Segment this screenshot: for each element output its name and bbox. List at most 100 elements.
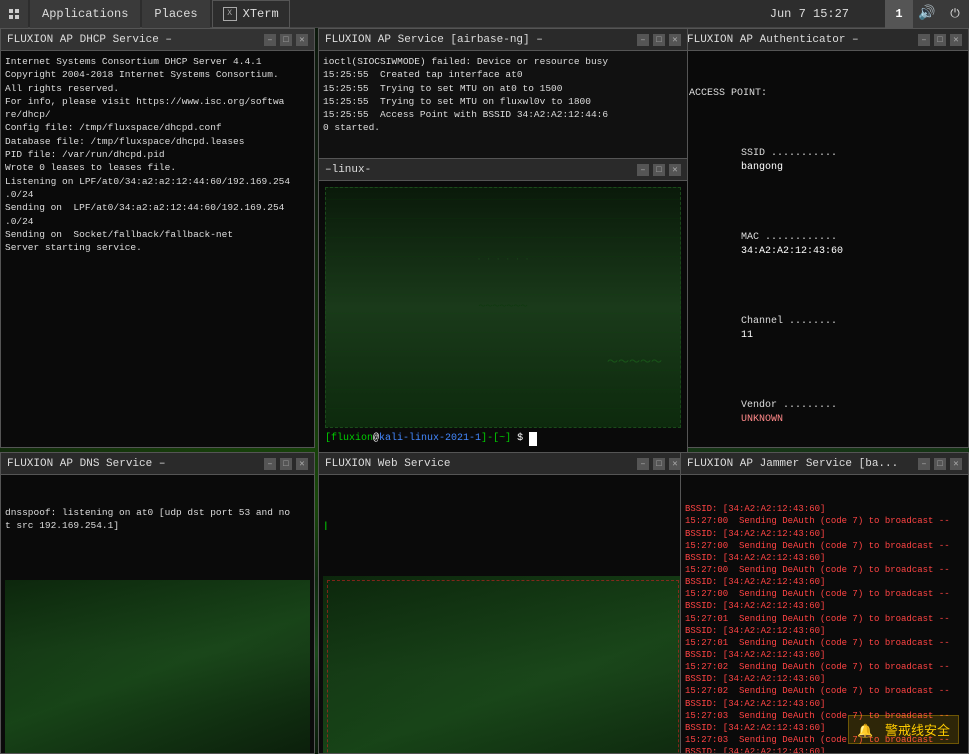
auth-minimize[interactable]: –: [918, 34, 930, 46]
dhcp-body: Internet Systems Consortium DHCP Server …: [1, 51, 314, 447]
jammer-line: BSSID: [34:A2:A2:12:43:60]: [685, 746, 964, 753]
dns-titlebar[interactable]: FLUXION AP DNS Service – – □ ✕: [1, 453, 314, 475]
applications-menu[interactable]: Applications: [30, 0, 140, 28]
authenticator-window: FLUXION AP Authenticator – – □ ✕ ACCESS …: [680, 28, 969, 448]
jammer-line: BSSID: [34:A2:A2:12:43:60]: [685, 698, 964, 710]
terminal-titlebar[interactable]: –linux- – □ ✕: [319, 159, 687, 181]
xterm-label: XTerm: [243, 7, 279, 21]
ap-service-controls: – □ ✕: [637, 34, 681, 46]
terminal-title: –linux-: [325, 164, 637, 176]
jammer-minimize[interactable]: –: [918, 458, 930, 470]
taskbar-right: 1 🔊 ⏻: [885, 0, 969, 28]
web-window: FLUXION Web Service – □ ✕ |: [318, 452, 688, 754]
jammer-line: 15:27:00 Sending DeAuth (code 7) to broa…: [685, 564, 964, 576]
jammer-line: 15:27:02 Sending DeAuth (code 7) to broa…: [685, 661, 964, 673]
access-point-header: ACCESS POINT:: [689, 87, 960, 101]
prompt-symbol: $: [511, 432, 529, 446]
web-controls: – □ ✕: [637, 458, 681, 470]
places-menu[interactable]: Places: [142, 0, 209, 28]
terminal-close[interactable]: ✕: [669, 164, 681, 176]
auth-title: FLUXION AP Authenticator –: [687, 34, 918, 46]
terminal-body[interactable]: · · · · · · ～～～～～～～ ～～～～～ [fluxion@kali-…: [319, 181, 687, 452]
mac-row: MAC ............ 34:A2:A2:12:43:60: [693, 217, 960, 273]
jammer-line: BSSID: [34:A2:A2:12:43:60]: [685, 600, 964, 612]
prompt-host: kali-linux-2021-1: [379, 432, 481, 446]
jammer-controls: – □ ✕: [918, 458, 962, 470]
apps-grid-button[interactable]: [0, 0, 28, 28]
auth-maximize[interactable]: □: [934, 34, 946, 46]
desktop: FLUXION AP DHCP Service – – □ ✕ Internet…: [0, 28, 969, 754]
dns-maximize[interactable]: □: [280, 458, 292, 470]
dns-body: dnsspoof: listening on at0 [udp dst port…: [1, 475, 314, 753]
web-maximize[interactable]: □: [653, 458, 665, 470]
jammer-line: BSSID: [34:A2:A2:12:43:60]: [685, 649, 964, 661]
xterm-taskbar-item[interactable]: X XTerm: [212, 0, 290, 28]
watermark: 🔔 警戒线安全: [848, 715, 959, 744]
prompt-user: [fluxion: [325, 432, 373, 446]
dns-close[interactable]: ✕: [296, 458, 308, 470]
watermark-text: 警戒线安全: [885, 724, 950, 739]
jammer-titlebar[interactable]: FLUXION AP Jammer Service [ba... – □ ✕: [681, 453, 968, 475]
jammer-line: 15:27:02 Sending DeAuth (code 7) to broa…: [685, 685, 964, 697]
vendor-value: UNKNOWN: [741, 414, 783, 425]
terminal-window: –linux- – □ ✕ · · · · · · ～～～～～～～ ～～～～～ …: [318, 158, 688, 453]
jammer-body: BSSID: [34:A2:A2:12:43:60]15:27:00 Sendi…: [681, 475, 968, 753]
workspace-badge[interactable]: 1: [885, 0, 913, 28]
mac-value: 34:A2:A2:12:43:60: [741, 246, 843, 257]
ap-service-title: FLUXION AP Service [airbase-ng] –: [325, 34, 637, 46]
terminal-prompt[interactable]: [fluxion@kali-linux-2021-1]-[~] $: [325, 432, 681, 446]
terminal-maximize[interactable]: □: [653, 164, 665, 176]
dns-window: FLUXION AP DNS Service – – □ ✕ dnsspoof:…: [0, 452, 315, 754]
clock: Jun 7 15:27: [770, 7, 849, 21]
grid-icon: [9, 9, 19, 19]
dhcp-window: FLUXION AP DHCP Service – – □ ✕ Internet…: [0, 28, 315, 448]
jammer-line: 15:27:01 Sending DeAuth (code 7) to broa…: [685, 613, 964, 625]
jammer-line: 15:27:01 Sending DeAuth (code 7) to broa…: [685, 637, 964, 649]
mac-label: MAC ............: [741, 232, 837, 243]
jammer-line: BSSID: [34:A2:A2:12:43:60]: [685, 576, 964, 588]
taskbar: Applications Places X XTerm Jun 7 15:27 …: [0, 0, 969, 28]
jammer-line: BSSID: [34:A2:A2:12:43:60]: [685, 552, 964, 564]
terminal-controls: – □ ✕: [637, 164, 681, 176]
dhcp-minimize[interactable]: –: [264, 34, 276, 46]
auth-titlebar[interactable]: FLUXION AP Authenticator – – □ ✕: [681, 29, 968, 51]
channel-value: 11: [741, 330, 753, 341]
ap-service-titlebar[interactable]: FLUXION AP Service [airbase-ng] – – □ ✕: [319, 29, 687, 51]
prompt-path: ]-[~]: [481, 432, 511, 446]
vendor-row: Vendor ......... UNKNOWN: [693, 385, 960, 441]
web-body: |: [319, 475, 687, 753]
jammer-line: BSSID: [34:A2:A2:12:43:60]: [685, 673, 964, 685]
dhcp-titlebar[interactable]: FLUXION AP DHCP Service – – □ ✕: [1, 29, 314, 51]
jammer-line: BSSID: [34:A2:A2:12:43:60]: [685, 503, 964, 515]
auth-close[interactable]: ✕: [950, 34, 962, 46]
ssid-value: bangong: [741, 162, 783, 173]
jammer-title: FLUXION AP Jammer Service [ba...: [687, 458, 918, 470]
ssid-row: SSID ........... bangong: [693, 133, 960, 189]
dhcp-maximize[interactable]: □: [280, 34, 292, 46]
ap-service-close[interactable]: ✕: [669, 34, 681, 46]
dns-minimize[interactable]: –: [264, 458, 276, 470]
xterm-icon: X: [223, 7, 237, 21]
volume-icon: 🔊: [918, 5, 935, 22]
dhcp-title: FLUXION AP DHCP Service –: [7, 34, 264, 46]
volume-button[interactable]: 🔊: [913, 0, 941, 28]
jammer-close[interactable]: ✕: [950, 458, 962, 470]
dhcp-close[interactable]: ✕: [296, 34, 308, 46]
dhcp-controls: – □ ✕: [264, 34, 308, 46]
web-titlebar[interactable]: FLUXION Web Service – □ ✕: [319, 453, 687, 475]
terminal-minimize[interactable]: –: [637, 164, 649, 176]
ap-service-minimize[interactable]: –: [637, 34, 649, 46]
channel-row: Channel ........ 11: [693, 301, 960, 357]
power-icon: ⏻: [950, 7, 960, 21]
cursor: [529, 432, 537, 446]
dns-controls: – □ ✕: [264, 458, 308, 470]
power-button[interactable]: ⏻: [941, 0, 969, 28]
web-cursor: |: [323, 519, 683, 532]
web-minimize[interactable]: –: [637, 458, 649, 470]
channel-label: Channel ........: [741, 316, 837, 327]
watermark-icon: 🔔: [857, 724, 873, 739]
dns-title: FLUXION AP DNS Service –: [7, 458, 264, 470]
jammer-maximize[interactable]: □: [934, 458, 946, 470]
ap-service-maximize[interactable]: □: [653, 34, 665, 46]
vendor-label: Vendor .........: [741, 400, 837, 411]
